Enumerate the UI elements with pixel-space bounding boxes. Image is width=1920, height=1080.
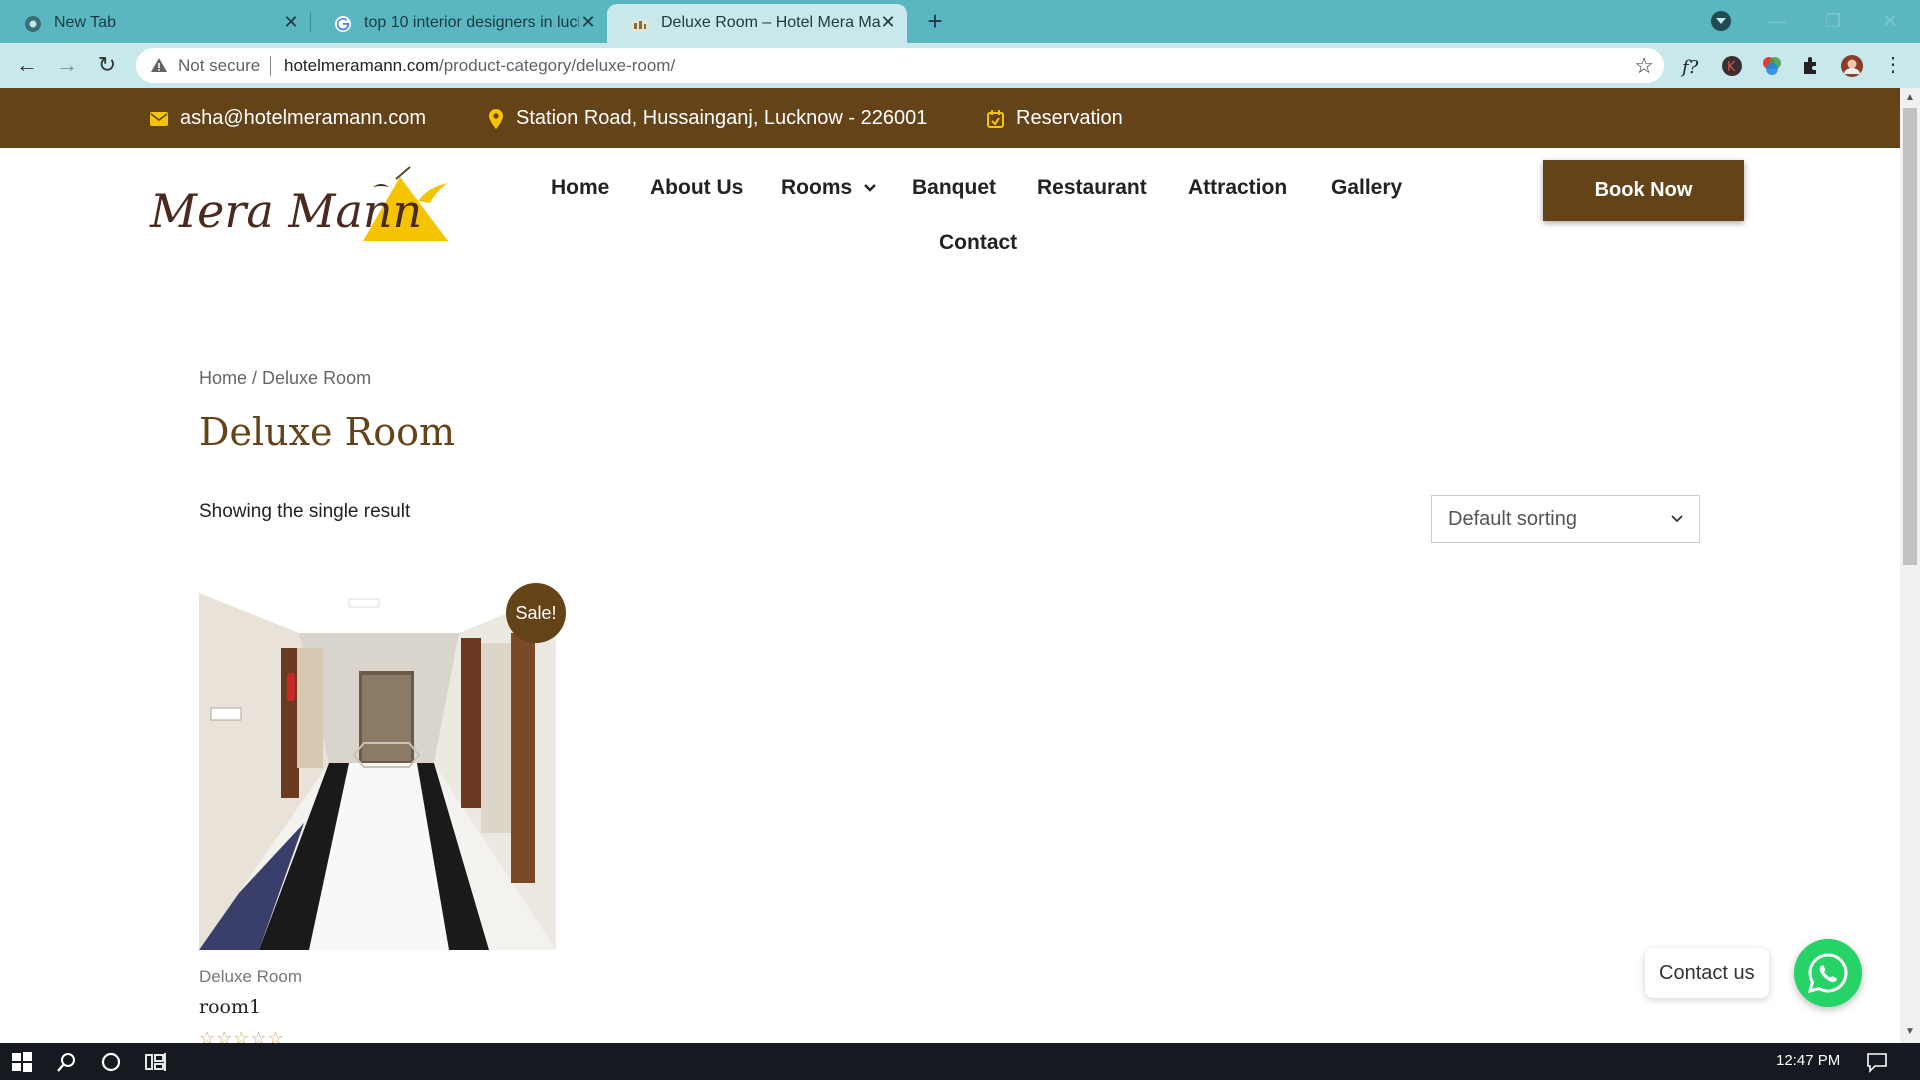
- tab-title: New Tab: [54, 14, 116, 31]
- breadcrumb: Home / Deluxe Room: [199, 368, 371, 389]
- url-path: /product-category/deluxe-room/: [438, 56, 676, 75]
- font-finder-extension-icon[interactable]: f?: [1680, 54, 1704, 78]
- web-page: asha@hotelmeramann.com Station Road, Hus…: [0, 88, 1900, 1043]
- scroll-up-arrow-icon[interactable]: ▲: [1904, 92, 1916, 104]
- windows-start-icon[interactable]: [11, 1051, 33, 1073]
- url-host: hotelmeramann.com: [284, 56, 439, 75]
- windows-taskbar: 12:47 PM: [0, 1043, 1920, 1080]
- svg-text:f?: f?: [1680, 57, 1699, 78]
- star-icon: ☆: [199, 1028, 217, 1043]
- star-icon: ☆: [250, 1028, 268, 1043]
- nav-rooms-label: Rooms: [781, 176, 853, 199]
- notification-icon[interactable]: [1866, 1051, 1888, 1073]
- email-link[interactable]: asha@hotelmeramann.com: [150, 107, 426, 130]
- bookmark-star-icon[interactable]: ☆: [1634, 53, 1654, 79]
- page-title: Deluxe Room: [199, 410, 455, 454]
- chevron-down-icon: [864, 184, 877, 193]
- contact-us-bubble[interactable]: Contact us: [1645, 948, 1769, 998]
- book-now-button[interactable]: Book Now: [1543, 160, 1744, 221]
- scroll-down-arrow-icon[interactable]: ▼: [1904, 1026, 1916, 1038]
- star-icon: ☆: [216, 1028, 234, 1043]
- site-favicon-icon: [632, 20, 648, 31]
- profile-avatar-icon[interactable]: [1840, 54, 1864, 78]
- star-icon: ☆: [233, 1028, 251, 1043]
- nav-about-us[interactable]: About Us: [650, 176, 743, 200]
- reservation-text: Reservation: [1016, 107, 1123, 129]
- window-close-icon[interactable]: ✕: [1870, 6, 1910, 36]
- calendar-check-icon: [987, 109, 1004, 128]
- nav-attraction[interactable]: Attraction: [1188, 176, 1287, 200]
- contact-strip: asha@hotelmeramann.com Station Road, Hus…: [0, 88, 1900, 148]
- logo-wordmark: Mera Mann: [149, 184, 422, 238]
- google-icon: [335, 16, 351, 32]
- close-icon[interactable]: ✕: [879, 13, 897, 31]
- email-text: asha@hotelmeramann.com: [180, 107, 426, 129]
- star-icon: ☆: [267, 1028, 285, 1043]
- product-image[interactable]: [199, 593, 556, 950]
- scrollbar-thumb[interactable]: [1903, 108, 1917, 565]
- extensions-puzzle-icon[interactable]: [1800, 54, 1824, 78]
- breadcrumb-current: Deluxe Room: [262, 368, 372, 388]
- nav-banquet[interactable]: Banquet: [912, 176, 996, 200]
- address-bar[interactable]: Not secure hotelmeramann.com/product-cat…: [136, 48, 1664, 83]
- browser-tab-bar: New Tab ✕ top 10 interior designers in l…: [0, 0, 1920, 43]
- reload-icon[interactable]: ↻: [94, 52, 120, 78]
- forward-arrow-icon[interactable]: →: [54, 52, 80, 78]
- nav-gallery[interactable]: Gallery: [1331, 176, 1402, 200]
- product-category[interactable]: Deluxe Room: [199, 967, 302, 987]
- nav-restaurant[interactable]: Restaurant: [1037, 176, 1147, 200]
- tab-deluxe-room[interactable]: Deluxe Room – Hotel Mera Mann ✕: [607, 4, 907, 43]
- nav-contact[interactable]: Contact: [939, 231, 1017, 255]
- chrome-icon: [25, 16, 41, 32]
- reservation-link[interactable]: Reservation: [987, 107, 1123, 130]
- nav-home[interactable]: Home: [551, 176, 609, 200]
- star-rating: ☆☆☆☆☆: [199, 1028, 285, 1043]
- cortana-icon[interactable]: [100, 1051, 122, 1073]
- back-arrow-icon[interactable]: ←: [14, 52, 40, 78]
- map-pin-icon: [489, 108, 503, 129]
- search-icon[interactable]: [56, 1051, 78, 1073]
- hotel-logo[interactable]: Mera Mann: [148, 163, 464, 253]
- color-picker-extension-icon[interactable]: [1760, 54, 1784, 78]
- sort-select[interactable]: Default sorting: [1431, 495, 1700, 543]
- sort-selected-value: Default sorting: [1448, 507, 1577, 530]
- minimize-icon[interactable]: —: [1757, 6, 1797, 36]
- k-extension-icon[interactable]: K: [1720, 54, 1744, 78]
- task-view-icon[interactable]: [145, 1051, 167, 1073]
- whatsapp-icon[interactable]: [1794, 939, 1862, 1007]
- logo-pole: [395, 166, 411, 180]
- tab-google-search[interactable]: top 10 interior designers in luckn ✕: [310, 4, 607, 43]
- browser-toolbar: ← → ↻ Not secure hotelmeramann.com/produ…: [0, 43, 1920, 88]
- sale-badge: Sale!: [506, 583, 566, 643]
- envelope-icon: [150, 111, 168, 126]
- product-name[interactable]: room1: [199, 996, 261, 1018]
- url-text[interactable]: hotelmeramann.com/product-category/delux…: [284, 56, 675, 76]
- logo-bird: [418, 183, 448, 203]
- omnibox-divider: [270, 56, 271, 76]
- chevron-down-icon: [1671, 515, 1683, 523]
- address-text: Station Road, Hussainganj, Lucknow - 226…: [516, 107, 928, 129]
- close-icon[interactable]: ✕: [579, 13, 597, 31]
- close-icon[interactable]: ✕: [282, 13, 300, 31]
- new-tab-button[interactable]: +: [922, 8, 948, 34]
- warning-icon[interactable]: [150, 56, 168, 74]
- browser-menu-icon[interactable]: ⋮: [1880, 52, 1906, 78]
- address-link[interactable]: Station Road, Hussainganj, Lucknow - 226…: [488, 107, 927, 130]
- page-scrollbar[interactable]: ▲ ▼: [1900, 88, 1920, 1043]
- result-count: Showing the single result: [199, 501, 411, 522]
- tab-title: Deluxe Room – Hotel Mera Mann: [661, 14, 881, 31]
- svg-text:K: K: [1727, 60, 1736, 75]
- breadcrumb-home-link[interactable]: Home: [199, 368, 247, 388]
- breadcrumb-separator: /: [247, 368, 263, 388]
- nav-rooms[interactable]: Rooms: [781, 176, 877, 200]
- tab-new-tab[interactable]: New Tab ✕: [0, 4, 310, 43]
- security-label[interactable]: Not secure: [178, 56, 260, 76]
- tab-title: top 10 interior designers in luckn: [364, 14, 579, 31]
- taskbar-clock[interactable]: 12:47 PM: [1776, 1052, 1840, 1069]
- restore-icon[interactable]: ❐: [1813, 6, 1853, 36]
- tab-search-icon[interactable]: [1711, 11, 1731, 31]
